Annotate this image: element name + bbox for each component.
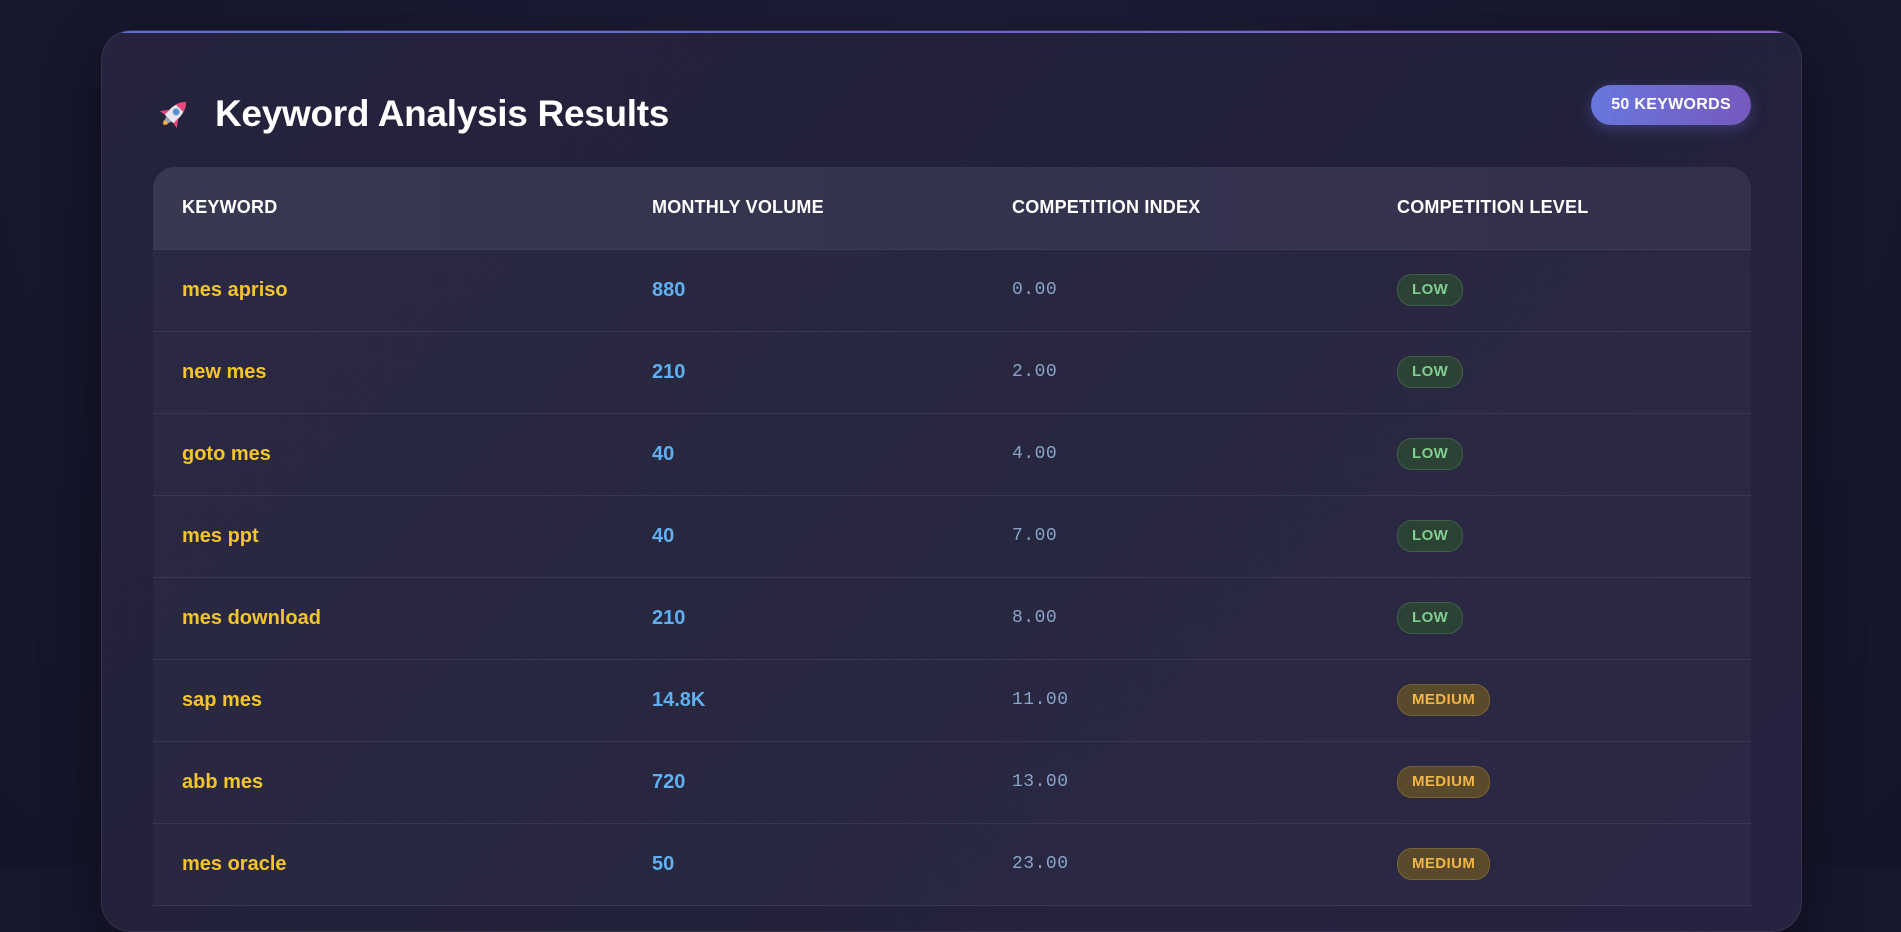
competition-level-badge: LOW [1397, 520, 1464, 552]
competition-level-badge: LOW [1397, 356, 1464, 388]
monthly-volume-cell: 210 [652, 606, 686, 629]
monthly-volume-cell: 210 [652, 360, 686, 383]
column-header-competition-level[interactable]: COMPETITION LEVEL [1368, 167, 1751, 250]
competition-level-badge: MEDIUM [1397, 684, 1491, 716]
keyword-cell: new mes [182, 360, 267, 383]
competition-level-badge: LOW [1397, 602, 1464, 634]
keyword-cell: abb mes [182, 770, 264, 793]
column-header-keyword[interactable]: KEYWORD [153, 167, 623, 250]
competition-level-badge: LOW [1397, 438, 1464, 470]
monthly-volume-cell: 40 [652, 442, 675, 465]
table-row[interactable]: mes download 210 8.00 LOW [153, 577, 1751, 660]
competition-level-badge: MEDIUM [1397, 848, 1491, 880]
keyword-count-badge: 50 KEYWORDS [1591, 85, 1751, 125]
monthly-volume-cell: 720 [652, 770, 686, 793]
results-header: Keyword Analysis Results [154, 89, 669, 139]
rocket-icon [154, 94, 194, 134]
table-row[interactable]: mes apriso 880 0.00 LOW [153, 249, 1751, 332]
results-card: Keyword Analysis Results 50 KEYWORDS KEY… [101, 30, 1802, 932]
table-row[interactable]: new mes 210 2.00 LOW [153, 331, 1751, 414]
column-header-monthly-volume[interactable]: MONTHLY VOLUME [623, 167, 983, 250]
table-row[interactable]: mes ppt 40 7.00 LOW [153, 495, 1751, 578]
competition-index-cell: 13.00 [1012, 772, 1069, 792]
table-header-row: KEYWORD MONTHLY VOLUME COMPETITION INDEX… [153, 167, 1751, 250]
page-title: Keyword Analysis Results [215, 93, 670, 134]
keyword-cell: mes download [182, 606, 321, 629]
table-row[interactable]: goto mes 40 4.00 LOW [153, 413, 1751, 496]
keywords-table: KEYWORD MONTHLY VOLUME COMPETITION INDEX… [153, 167, 1751, 906]
table-row[interactable]: mes oracle 50 23.00 MEDIUM [153, 823, 1751, 906]
table-row[interactable]: sap mes 14.8K 11.00 MEDIUM [153, 659, 1751, 742]
competition-level-badge: MEDIUM [1397, 766, 1491, 798]
competition-index-cell: 0.00 [1012, 280, 1058, 300]
competition-index-cell: 2.00 [1012, 362, 1058, 382]
column-header-competition-index[interactable]: COMPETITION INDEX [983, 167, 1368, 250]
competition-level-badge: LOW [1397, 274, 1464, 306]
keyword-cell: sap mes [182, 688, 263, 711]
monthly-volume-cell: 40 [652, 524, 675, 547]
keyword-cell: mes ppt [182, 524, 259, 547]
competition-index-cell: 4.00 [1012, 444, 1058, 464]
monthly-volume-cell: 880 [652, 278, 686, 301]
competition-index-cell: 11.00 [1012, 690, 1069, 710]
monthly-volume-cell: 50 [652, 852, 675, 875]
competition-index-cell: 23.00 [1012, 854, 1069, 874]
keyword-cell: mes apriso [182, 278, 288, 301]
competition-index-cell: 7.00 [1012, 526, 1058, 546]
keyword-cell: mes oracle [182, 852, 287, 875]
table-row[interactable]: abb mes 720 13.00 MEDIUM [153, 741, 1751, 824]
competition-index-cell: 8.00 [1012, 608, 1058, 628]
keywords-table-container: KEYWORD MONTHLY VOLUME COMPETITION INDEX… [153, 167, 1751, 906]
keyword-cell: goto mes [182, 442, 271, 465]
monthly-volume-cell: 14.8K [652, 688, 706, 711]
